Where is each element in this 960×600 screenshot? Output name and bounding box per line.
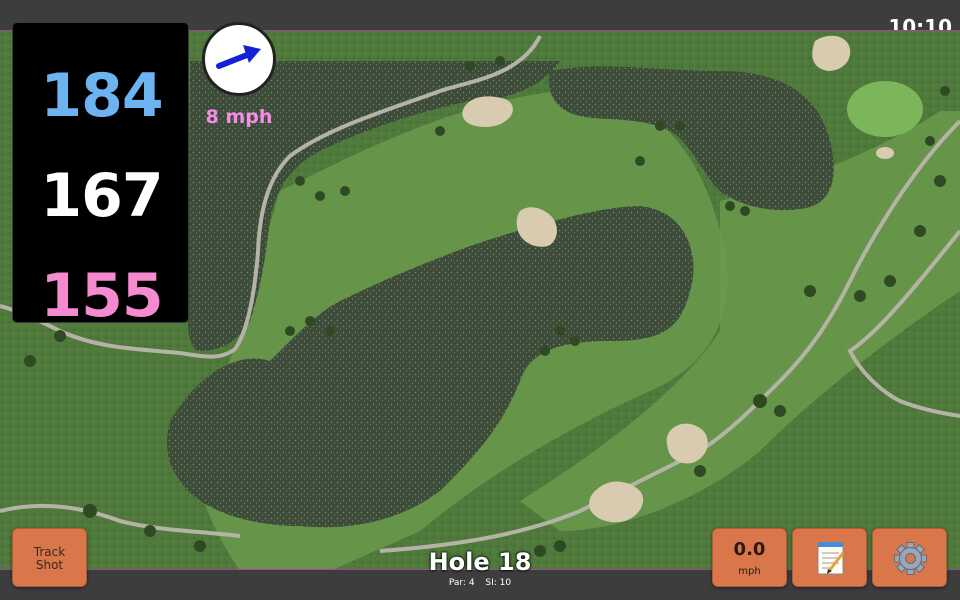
arrow-right-icon [216,45,261,69]
putting-green [847,81,923,137]
speed-button[interactable]: 0.0 mph [712,528,787,587]
bunker [876,147,894,159]
distance-front-value: 155 [40,261,163,331]
wind-speed-label: 8 mph [205,106,273,128]
track-shot-button[interactable]: Track Shot [12,528,87,587]
hole-stroke-index: SI: 10 [485,578,512,588]
speed-value: 0.0 [733,539,766,560]
hole-par: Par: 4 [448,578,475,588]
hole-title: Hole 18 [428,548,532,576]
distance-back-value: 184 [40,61,163,131]
settings-button[interactable] [872,528,947,587]
track-shot-label: Track Shot [33,545,66,572]
golf-gps-screen: 10:10 184 167 155 8 mph Track Shot Hole … [0,0,960,600]
hole-meta: Par: 4 SI: 10 [380,578,580,588]
distance-middle-value: 167 [40,161,163,231]
distance-panel: 184 167 155 [12,22,189,331]
notes-button[interactable] [792,528,867,587]
notepad-icon [817,542,845,575]
gear-icon [894,542,927,575]
speed-unit: mph [738,566,761,577]
wind-direction-dial [202,22,276,96]
